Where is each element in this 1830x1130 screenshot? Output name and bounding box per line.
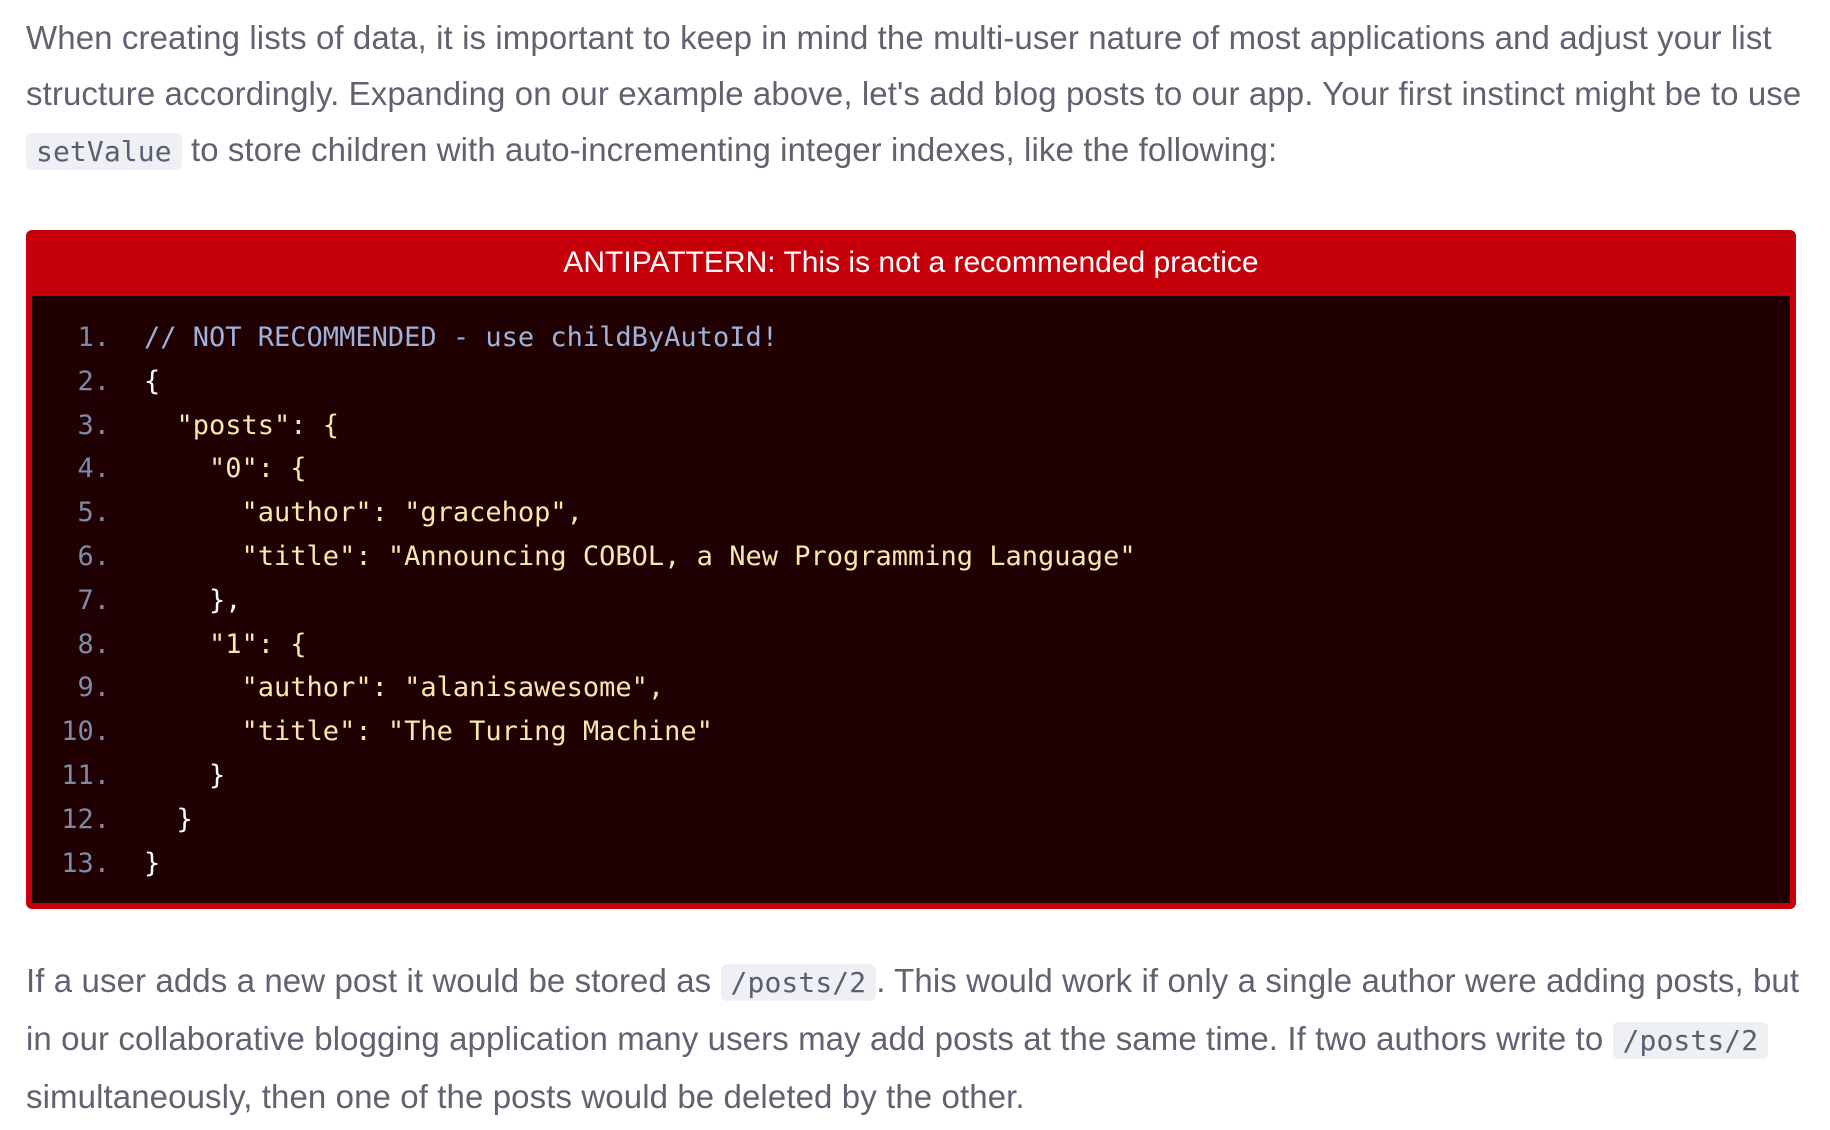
code-line: 3. "posts": { <box>32 404 1790 448</box>
code-text: "0": { <box>144 453 307 485</box>
code-line: 5. "author": "gracehop", <box>32 491 1790 535</box>
code-text: "title": "Announcing COBOL, a New Progra… <box>144 540 1136 572</box>
line-number: 3. <box>77 409 110 441</box>
line-number: 13. <box>61 847 110 879</box>
line-number: 11. <box>61 759 110 791</box>
code-line: 8. "1": { <box>32 623 1790 667</box>
code-line: 11. } <box>32 754 1790 798</box>
code-block: 1. // NOT RECOMMENDED - use childByAutoId… <box>32 296 1790 904</box>
line-number: 5. <box>77 497 110 529</box>
inline-code-setvalue: setValue <box>26 133 182 170</box>
callout-title: ANTIPATTERN: This is not a recommended p… <box>563 246 1259 279</box>
code-text: } <box>144 847 161 879</box>
line-number: 1. <box>77 322 110 353</box>
code-line: 9. "author": "alanisawesome", <box>32 666 1790 710</box>
code-text: "author": "gracehop", <box>144 497 583 529</box>
intro-text-before: When creating lists of data, it is impor… <box>26 19 1802 112</box>
line-number: 9. <box>77 672 110 704</box>
line-number: 12. <box>61 803 110 835</box>
code-line: 12. } <box>32 798 1790 842</box>
outro-text-3: simultaneously, then one of the posts wo… <box>26 1078 1025 1116</box>
line-number: 4. <box>77 453 110 485</box>
code-line: 1. // NOT RECOMMENDED - use childByAutoId… <box>32 316 1790 360</box>
line-number: 10. <box>61 716 110 748</box>
code-text: "title": "The Turing Machine" <box>144 716 713 748</box>
article-content: When creating lists of data, it is impor… <box>26 0 1806 1125</box>
code-line: 4. "0": { <box>32 447 1790 491</box>
code-comment: // NOT RECOMMENDED - use childByAutoId! <box>144 322 778 353</box>
code-text: { <box>144 365 161 397</box>
inline-code-posts-path: /posts/2 <box>720 964 877 1002</box>
line-number: 8. <box>77 628 110 660</box>
line-number: 6. <box>77 540 110 572</box>
outro-text-1: If a user adds a new post it would be st… <box>26 962 721 1000</box>
intro-text-after: to store children with auto-incrementing… <box>181 131 1278 168</box>
code-text: } <box>144 803 193 835</box>
code-text: }, <box>144 584 242 616</box>
code-text: } <box>144 759 226 791</box>
code-line: 13.} <box>32 842 1790 886</box>
code-line: 10. "title": "The Turing Machine" <box>32 710 1790 754</box>
code-line: 2. { <box>32 360 1790 404</box>
intro-paragraph: When creating lists of data, it is impor… <box>26 0 1806 180</box>
line-number: 7. <box>77 584 110 616</box>
code-text: "1": { <box>144 628 307 660</box>
outro-paragraph: If a user adds a new post it would be st… <box>26 953 1806 1125</box>
inline-code-posts-path: /posts/2 <box>1612 1022 1769 1060</box>
code-text: "author": "alanisawesome", <box>144 672 665 704</box>
code-text: "posts": { <box>144 409 340 441</box>
code-line: 6. "title": "Announcing COBOL, a New Pro… <box>32 535 1790 579</box>
line-number: 2. <box>77 365 110 397</box>
antipattern-callout: ANTIPATTERN: This is not a recommended p… <box>26 230 1796 910</box>
code-line: 7. }, <box>32 579 1790 623</box>
